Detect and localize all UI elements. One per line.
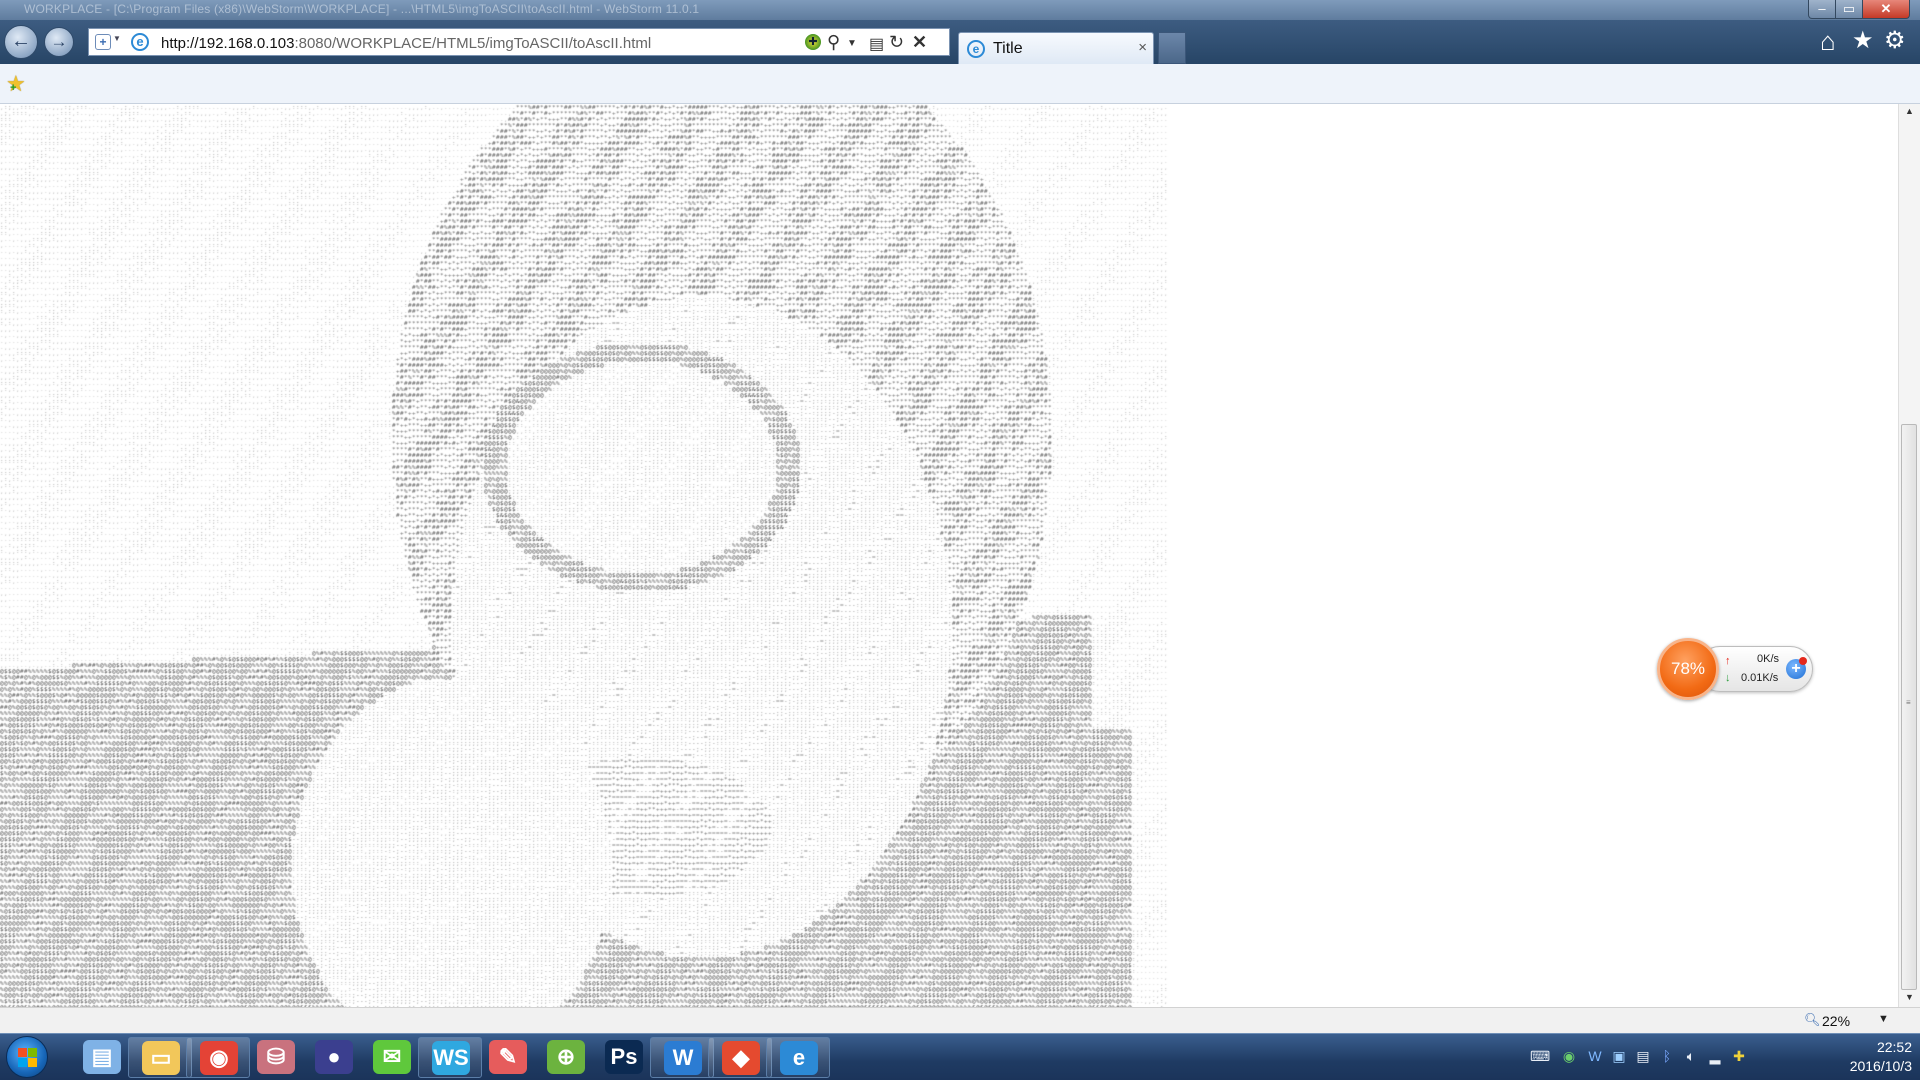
- zoom-dropdown-icon[interactable]: ▼: [1878, 1013, 1889, 1025]
- upload-arrow-icon: ↑: [1725, 655, 1731, 667]
- tab-title[interactable]: e Title ×: [958, 32, 1154, 64]
- back-button[interactable]: ←: [4, 25, 38, 59]
- memory-percent-badge[interactable]: 78%: [1657, 638, 1719, 700]
- taskbar-button[interactable]: ◆: [708, 1037, 772, 1078]
- webstorm-icon: WS: [432, 1041, 470, 1075]
- word-icon: W: [664, 1041, 702, 1075]
- taskbar-button[interactable]: e: [766, 1037, 830, 1078]
- ascii-art-portrait: [0, 104, 1898, 1007]
- address-bar[interactable]: + ▼ e http://192.168.0.103:8080/WORKPLAC…: [88, 28, 950, 56]
- taskbar-button[interactable]: ●: [302, 1037, 366, 1078]
- compat-view-icon[interactable]: ▤: [869, 34, 884, 54]
- compatibility-icon[interactable]: +: [95, 34, 111, 50]
- taskbar-button[interactable]: ▭: [128, 1037, 192, 1078]
- maximize-button[interactable]: ▭: [1835, 0, 1863, 19]
- taskbar-button[interactable]: ▤: [70, 1037, 134, 1078]
- security-tray-icon[interactable]: ✚: [1730, 1047, 1748, 1065]
- clock-date: 2016/10/3: [1812, 1057, 1912, 1076]
- url-host: http://192.168.0.103: [161, 35, 294, 52]
- database-tool-icon: ⛁: [257, 1040, 295, 1074]
- taskbar-button[interactable]: ✎: [476, 1037, 540, 1078]
- window-title: WORKPLACE - [C:\Program Files (x86)\WebS…: [24, 2, 699, 16]
- system-clock[interactable]: 22:52 2016/10/3: [1812, 1038, 1912, 1076]
- network-monitor-widget[interactable]: ↑ 0K/s ↓ 0.01K/s + 78%: [1657, 638, 1815, 702]
- window-title-bar: WORKPLACE - [C:\Program Files (x86)\WebS…: [0, 0, 1920, 20]
- wechat-icon: ✉: [373, 1040, 411, 1074]
- git-icon: ◆: [722, 1041, 760, 1075]
- url-path: :8080/WORKPLACE/HTML5/imgToASCII/toAscII…: [294, 35, 651, 52]
- windows-logo-part: [18, 1058, 27, 1067]
- taskbar-button[interactable]: ⛁: [244, 1037, 308, 1078]
- windows-logo-part: [28, 1048, 37, 1057]
- extension-icon[interactable]: ✚: [805, 34, 821, 50]
- stop-icon[interactable]: ✕: [912, 32, 927, 53]
- system-tray: ⌨ ◉ W ▣ ▤ ᛒ 🔈︎ ▂ ✚: [1530, 1034, 1830, 1081]
- taskbar: ▤ ▭ ◉ ⛁ ● ✉ WS ✎ ⊕ Ps W ◆ e ⌨ ◉ W ▣ ▤ ᛒ 🔈︎ ▂ ✚ 22:52…: [0, 1033, 1920, 1080]
- signal-icon[interactable]: ▂: [1706, 1047, 1724, 1065]
- tab-label: Title: [993, 40, 1023, 58]
- taskbar-button[interactable]: ⊕: [534, 1037, 598, 1078]
- minimize-button[interactable]: –: [1808, 0, 1836, 19]
- chevron-down-icon[interactable]: ▼: [113, 34, 121, 43]
- new-tab-button[interactable]: [1158, 32, 1186, 64]
- scrollbar-thumb[interactable]: ≡: [1901, 424, 1917, 990]
- vertical-scrollbar[interactable]: ▲ ≡ ▼: [1898, 104, 1920, 1007]
- zoom-level[interactable]: 22%: [1822, 1013, 1850, 1029]
- search-dropdown-icon[interactable]: ▼: [847, 38, 857, 49]
- map-tool-icon: ⊕: [547, 1040, 585, 1074]
- chrome-icon: ◉: [200, 1041, 238, 1075]
- page-content: ↑ 0K/s ↓ 0.01K/s + 78%: [0, 104, 1898, 1007]
- taskbar-button[interactable]: W: [650, 1037, 714, 1078]
- windows-logo-icon: [18, 1048, 27, 1057]
- ie-page-icon: e: [131, 33, 149, 51]
- add-plus-icon: +: [10, 82, 16, 94]
- minimize-icon: –: [1818, 1, 1825, 16]
- gear-icon[interactable]: ⚙: [1884, 28, 1906, 54]
- windows-logo-part: [28, 1058, 37, 1067]
- photoshop-icon: Ps: [605, 1040, 643, 1074]
- scroll-down-icon[interactable]: ▼: [1899, 992, 1920, 1002]
- tab-close-icon[interactable]: ×: [1138, 39, 1147, 56]
- arrow-right-icon: →: [51, 32, 68, 51]
- keyboard-icon[interactable]: ⌨: [1530, 1047, 1548, 1065]
- taskbar-button[interactable]: ◉: [186, 1037, 250, 1078]
- url-text[interactable]: http://192.168.0.103:8080/WORKPLACE/HTML…: [161, 35, 651, 52]
- upload-speed: 0K/s: [1757, 653, 1779, 665]
- search-icon[interactable]: ⚲: [827, 32, 840, 53]
- close-window-button[interactable]: ✕: [1862, 0, 1910, 19]
- arrow-left-icon: ←: [11, 30, 31, 52]
- restore-icon: ▭: [1843, 1, 1855, 16]
- download-speed: 0.01K/s: [1741, 672, 1778, 684]
- ie-icon: e: [780, 1041, 818, 1075]
- close-icon: ✕: [1881, 1, 1892, 16]
- navigation-bar: ← → + ▼ e http://192.168.0.103:8080/WORK…: [0, 20, 1920, 64]
- scroll-up-icon[interactable]: ▲: [1899, 106, 1920, 116]
- clock-time: 22:52: [1812, 1038, 1912, 1057]
- taskbar-button[interactable]: ✉: [360, 1037, 424, 1078]
- home-icon[interactable]: ⌂: [1820, 28, 1836, 54]
- word-tray-icon[interactable]: W: [1586, 1047, 1604, 1065]
- volume-icon[interactable]: 🔈︎: [1682, 1047, 1700, 1065]
- status-bar: 🔍︎ 22% ▼: [0, 1007, 1920, 1033]
- grip-icon: ≡: [1906, 701, 1914, 704]
- device-icon[interactable]: ▤: [1634, 1047, 1652, 1065]
- eclipse-icon: ●: [315, 1040, 353, 1074]
- paint-icon: ✎: [489, 1040, 527, 1074]
- favorites-star-icon[interactable]: ★: [1852, 28, 1874, 54]
- forward-button[interactable]: →: [44, 27, 74, 57]
- explorer-icon: ▭: [142, 1041, 180, 1075]
- notification-dot: [1799, 657, 1807, 665]
- control-panel-icon: ▤: [83, 1040, 121, 1074]
- taskbar-button[interactable]: Ps: [592, 1037, 656, 1078]
- taskbar-button[interactable]: WS: [418, 1037, 482, 1078]
- download-arrow-icon: ↓: [1725, 672, 1731, 684]
- network-app-icon[interactable]: ◉: [1560, 1047, 1578, 1065]
- favorites-bar: ★ +: [0, 64, 1920, 104]
- refresh-icon[interactable]: ↻: [889, 32, 904, 53]
- ie-tab-icon: e: [967, 40, 985, 58]
- display-icon[interactable]: ▣: [1610, 1047, 1628, 1065]
- zoom-icon: 🔍︎: [1804, 1012, 1821, 1028]
- bluetooth-icon[interactable]: ᛒ: [1658, 1047, 1676, 1065]
- start-button[interactable]: [6, 1036, 48, 1078]
